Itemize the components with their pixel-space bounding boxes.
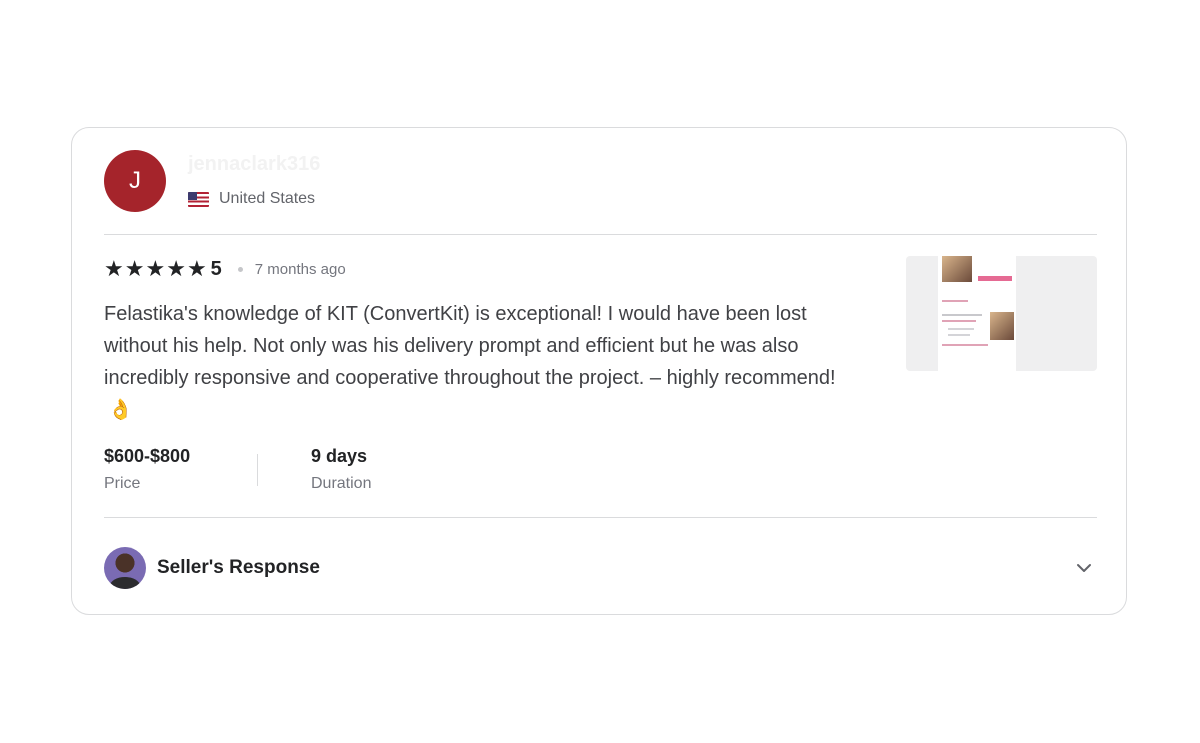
separator-dot — [237, 266, 243, 272]
thumbnail-line — [942, 344, 988, 346]
reviewer-avatar: J — [104, 150, 166, 212]
thumbnail-line — [942, 314, 982, 316]
star-icon: ★ — [186, 256, 207, 281]
price-block: $600-$800 Price — [104, 446, 190, 493]
rating-value: 5 — [210, 257, 222, 280]
thumbnail-line — [948, 334, 970, 336]
thumbnail-page — [938, 256, 1016, 371]
rating-row: ★ ★ ★ ★ ★ 5 7 months ago — [104, 256, 346, 282]
review-card: J jennaclark316 United States ★ ★ ★ ★ ★ 5 7 … — [71, 127, 1127, 615]
reviewer-country: United States — [188, 190, 315, 208]
ok-hand-emoji: 👌 — [108, 399, 133, 421]
review-text: Felastika's knowledge of KIT (ConvertKit… — [104, 298, 864, 426]
seller-avatar — [104, 547, 146, 589]
header-divider — [104, 234, 1097, 235]
price-value: $600-$800 — [104, 446, 191, 466]
star-rating: ★ ★ ★ ★ ★ — [104, 258, 207, 280]
seller-response-toggle[interactable]: Seller's Response — [104, 546, 1097, 590]
price-label: Price — [104, 475, 141, 492]
us-flag-icon — [188, 191, 209, 207]
thumbnail-line — [942, 320, 976, 322]
work-sample-thumbnail[interactable] — [906, 256, 1097, 371]
seller-response-title: Seller's Response — [157, 557, 320, 578]
star-icon: ★ — [145, 256, 166, 281]
star-icon: ★ — [124, 256, 145, 281]
thumbnail-line — [942, 300, 968, 302]
star-icon: ★ — [166, 256, 186, 281]
thumbnail-line — [948, 328, 974, 330]
review-time: 7 months ago — [254, 260, 346, 278]
chevron-down-icon[interactable] — [1075, 559, 1093, 577]
duration-label: Duration — [311, 475, 372, 492]
meta-divider — [257, 454, 258, 486]
response-divider — [104, 517, 1097, 518]
duration-block: 9 days Duration — [311, 446, 371, 493]
thumbnail-portrait — [990, 312, 1014, 340]
reviewer-username[interactable]: jennaclark316 — [188, 153, 320, 176]
star-icon: ★ — [104, 256, 124, 281]
review-body: Felastika's knowledge of KIT (ConvertKit… — [104, 303, 836, 389]
thumbnail-photo — [942, 256, 972, 282]
duration-value: 9 days — [311, 446, 368, 466]
reviewer-initial: J — [129, 167, 141, 194]
thumbnail-button — [978, 276, 1012, 281]
country-label: United States — [219, 190, 316, 207]
